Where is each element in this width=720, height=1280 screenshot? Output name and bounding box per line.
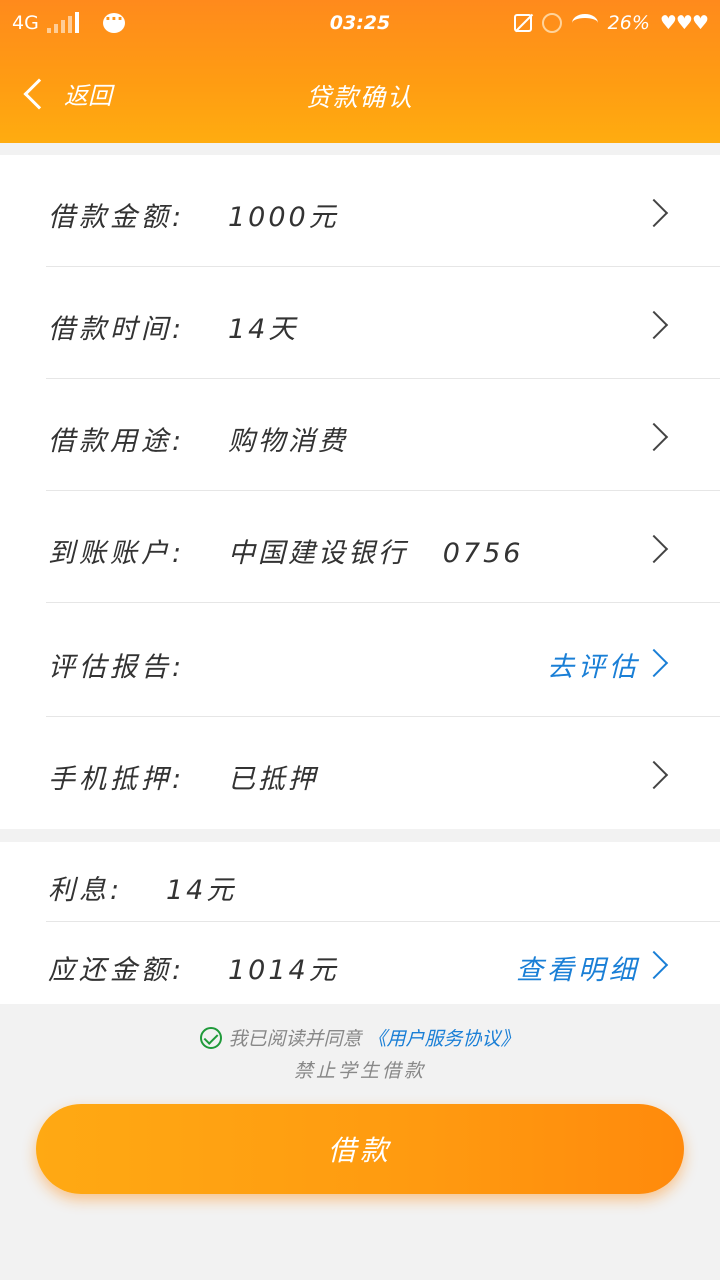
row-total-repayment: 应还金额: 1014元 查看明细 <box>46 922 720 1002</box>
row-loan-term[interactable]: 借款时间: 14天 <box>46 267 720 379</box>
row-label: 到账账户: <box>48 538 186 569</box>
row-label: 手机抵押: <box>48 764 186 795</box>
row-label: 借款用途: <box>48 426 186 457</box>
row-loan-amount[interactable]: 借款金额: 1000元 <box>46 155 720 267</box>
nav-bar: 返回 贷款确认 <box>0 50 720 143</box>
agreement-line: 我已阅读并同意 《用户服务协议》 <box>0 1024 720 1051</box>
row-receiving-account[interactable]: 到账账户: 中国建设银行 0756 <box>46 491 720 603</box>
repayment-summary-card: 利息: 14元 应还金额: 1014元 查看明细 <box>0 842 720 1004</box>
chevron-right-icon <box>639 760 669 790</box>
row-value: 已抵押 <box>228 764 318 795</box>
view-details-link[interactable]: 查看明细 <box>516 948 640 987</box>
checkmark-circle-icon[interactable] <box>200 1027 223 1049</box>
row-phone-mortgage[interactable]: 手机抵押: 已抵押 <box>46 717 720 829</box>
top-header: 4G 03:25 26% ♥♥♥ 返回 贷款确认 <box>0 0 720 143</box>
row-value: 中国建设银行 0756 <box>228 538 524 569</box>
row-value: 购物消费 <box>228 426 348 457</box>
loan-details-card: 借款金额: 1000元 借款时间: 14天 借款用途: 购物消费 到账账户: 中… <box>0 155 720 829</box>
page-title: 贷款确认 <box>305 83 414 112</box>
row-label: 利息: <box>48 875 124 906</box>
row-value: 1014元 <box>228 955 339 986</box>
row-value: 14天 <box>228 314 299 345</box>
row-label: 应还金额: <box>48 955 186 986</box>
battery-level: 26% <box>607 12 650 34</box>
student-loan-notice: 禁止学生借款 <box>293 1060 426 1082</box>
chevron-right-icon <box>639 534 669 564</box>
row-loan-purpose[interactable]: 借款用途: 购物消费 <box>46 379 720 491</box>
chevron-right-icon <box>639 648 669 678</box>
row-label: 借款时间: <box>48 314 186 345</box>
row-assessment-report[interactable]: 评估报告: 去评估 <box>46 605 720 717</box>
heart-icon: ♥♥♥ <box>659 12 709 34</box>
status-bar: 4G 03:25 26% ♥♥♥ <box>0 0 720 50</box>
user-agreement-link[interactable]: 《用户服务协议》 <box>368 1028 520 1050</box>
row-label: 借款金额: <box>48 202 186 233</box>
chevron-right-icon <box>639 310 669 340</box>
mute-icon <box>513 14 532 32</box>
row-interest: 利息: 14元 <box>46 842 720 922</box>
submit-loan-button[interactable]: 借款 <box>36 1104 684 1194</box>
row-value: 14元 <box>166 875 237 906</box>
row-value: 1000元 <box>228 202 339 233</box>
go-assess-link[interactable]: 去评估 <box>547 645 640 684</box>
chevron-right-icon <box>639 422 669 452</box>
agreement-prefix: 我已阅读并同意 <box>228 1028 362 1050</box>
wifi-icon <box>571 14 598 32</box>
chevron-right-icon <box>639 198 669 228</box>
row-label: 评估报告: <box>48 652 186 683</box>
alarm-icon <box>541 13 562 33</box>
chevron-right-icon <box>639 950 669 980</box>
